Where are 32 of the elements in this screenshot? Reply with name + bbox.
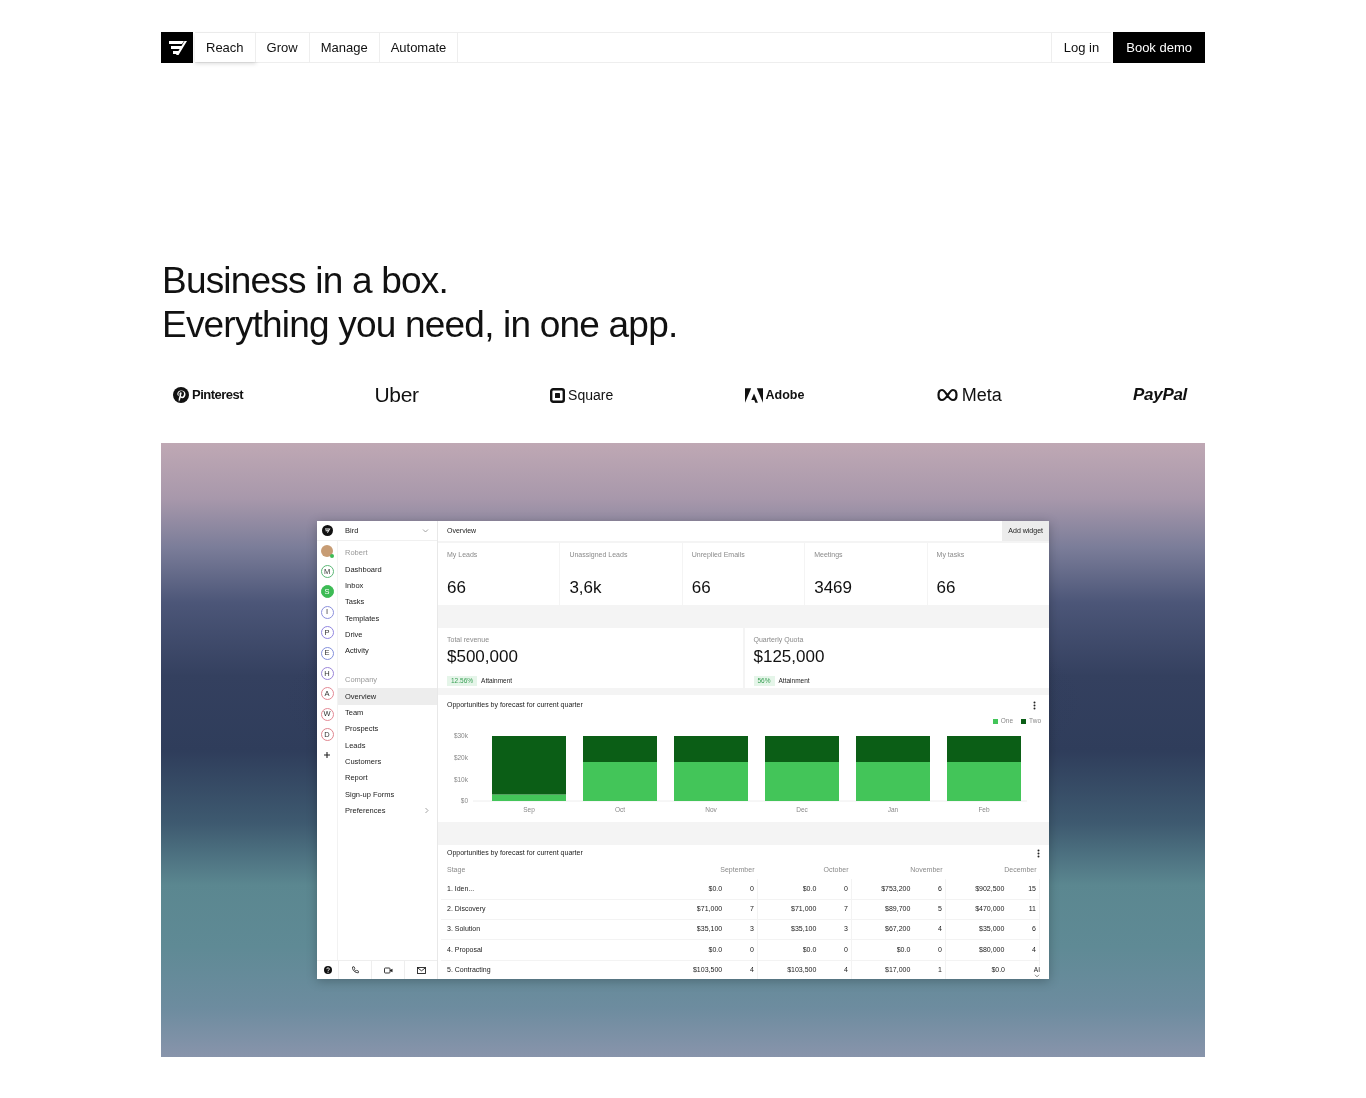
more-icon[interactable] [1033, 701, 1036, 710]
logo-icon[interactable] [161, 32, 193, 63]
stat-value: 66 [691, 578, 712, 598]
video-camera-icon[interactable] [383, 966, 393, 974]
revenue-value: $125,000 [753, 647, 825, 667]
logo-wordmark: Pinterest [192, 386, 244, 405]
revenue-value: $500,000 [447, 647, 518, 667]
logo-wordmark: Uber [374, 382, 419, 409]
headline: Business in a box. Everything you need, in one app. [162, 259, 679, 347]
chevron-right-icon [424, 807, 429, 815]
stat-value: 3469 [814, 578, 853, 598]
infinity-icon [935, 388, 959, 402]
chevron-down-icon [1033, 974, 1040, 978]
stat-value: 66 [936, 578, 957, 598]
help-icon[interactable] [323, 966, 332, 974]
phone-icon[interactable] [351, 966, 359, 974]
book-demo-button[interactable]: Book demo [1113, 32, 1205, 63]
logo-wordmark: Adobe [765, 386, 805, 404]
square-icon [550, 387, 566, 403]
circled-p-icon [173, 387, 189, 403]
plus-icon[interactable] [324, 752, 330, 759]
triangle-a-icon [744, 387, 763, 403]
logo-wordmark: Meta [961, 383, 1002, 407]
stat-value: 66 [447, 578, 467, 598]
more-icon[interactable] [1037, 849, 1040, 858]
logo-wordmark: PayPal [1133, 384, 1187, 407]
nav-link[interactable]: Reach [195, 33, 256, 62]
mail-icon[interactable] [416, 966, 426, 974]
logo-wordmark: Square [568, 385, 614, 405]
chevron-down-icon [422, 527, 429, 534]
logo-icon[interactable] [322, 525, 333, 536]
stat-value: 3,6k [569, 578, 603, 598]
